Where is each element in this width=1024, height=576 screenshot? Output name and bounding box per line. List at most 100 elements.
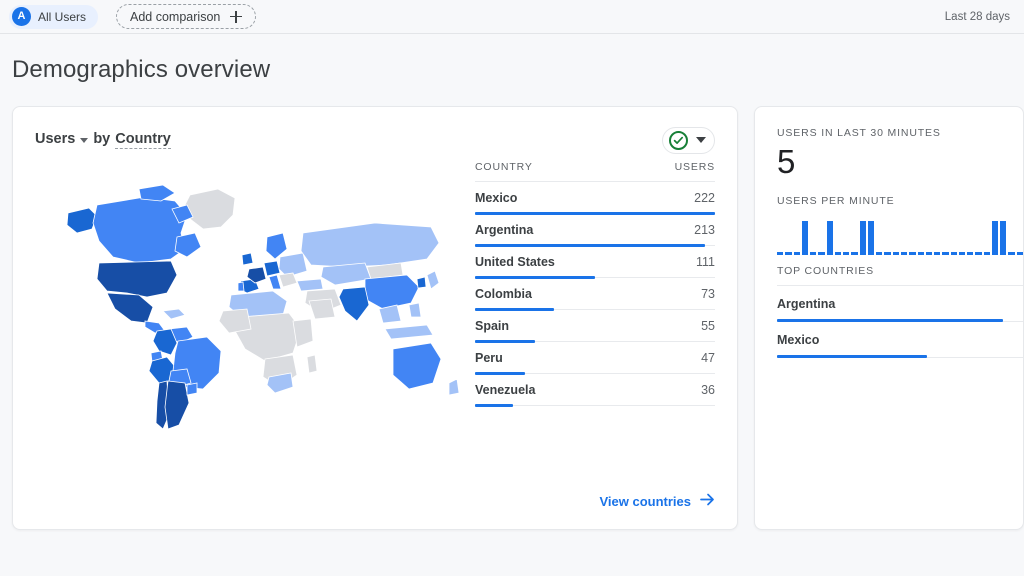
countries-table: COUNTRY USERS Mexico 222 Argentina 213 U… — [465, 161, 715, 461]
dimension-selector[interactable]: Country — [115, 131, 171, 149]
check-circle-icon — [669, 130, 688, 150]
row-country-name: Colombia — [475, 287, 532, 301]
map-region-japan — [426, 270, 440, 290]
users-per-minute-bar — [777, 252, 784, 255]
users-per-minute-bar — [793, 252, 800, 255]
world-map[interactable] — [35, 161, 465, 461]
users-per-minute-bar — [1008, 252, 1015, 255]
countries-map-card: Users by Country COUNTRY USERS Mexico 22… — [12, 106, 738, 530]
arrow-right-icon — [700, 493, 715, 509]
map-region-canada-islands — [138, 184, 176, 202]
realtime-country-row[interactable]: Argentina — [777, 286, 1023, 323]
map-region-united-states — [96, 260, 178, 298]
map-region-australia — [392, 342, 442, 390]
users-per-minute-bar — [810, 252, 817, 255]
users-per-minute-bar — [967, 252, 974, 255]
map-status-dropdown[interactable] — [662, 126, 715, 154]
users-per-minute-bar — [975, 252, 982, 255]
add-comparison-button[interactable]: Add comparison — [116, 4, 257, 29]
users-per-minute-bar — [991, 220, 999, 255]
users-per-minute-bar — [1000, 220, 1007, 255]
page-title: Demographics overview — [12, 56, 271, 83]
users-per-minute-bar — [818, 252, 825, 255]
table-row[interactable]: Mexico 222 — [475, 182, 715, 215]
row-country-name: Argentina — [475, 223, 534, 237]
map-region-turkey — [296, 278, 324, 292]
map-region-philippines — [408, 302, 422, 318]
users-per-minute-chart — [777, 213, 1023, 255]
map-region-caribbean — [162, 308, 186, 320]
users-per-minute-bar — [942, 252, 949, 255]
users-per-minute-bar — [785, 252, 792, 255]
table-row[interactable]: Venezuela 36 — [475, 374, 715, 407]
users-per-minute-bar — [925, 252, 933, 255]
date-range-selector[interactable]: Last 28 days — [945, 11, 1010, 23]
users-per-minute-bar — [950, 252, 957, 255]
row-users-value: 213 — [694, 223, 715, 237]
map-region-korea — [416, 276, 427, 289]
map-region-portugal — [237, 281, 245, 292]
map-region-china — [364, 274, 420, 310]
row-users-value: 111 — [695, 255, 715, 269]
row-users-value: 73 — [701, 287, 715, 301]
users-last-30-minutes-label: USERS IN LAST 30 MINUTES — [777, 127, 941, 139]
users-per-minute-bar — [876, 252, 883, 255]
row-country-name: Spain — [475, 319, 510, 333]
row-country-name: Peru — [475, 351, 503, 365]
users-per-minute-label: USERS PER MINUTE — [777, 194, 895, 207]
audience-chip-all-users[interactable]: A All Users — [9, 4, 99, 29]
users-per-minute-bar — [843, 252, 850, 255]
metric-dimension-selector: Users by Country — [35, 131, 171, 149]
row-country-name: United States — [475, 255, 555, 269]
map-region-west-africa — [218, 308, 252, 334]
column-header-country: COUNTRY — [475, 161, 533, 173]
chevron-down-icon[interactable] — [80, 137, 89, 143]
map-region-alaska — [66, 207, 98, 234]
map-region-greenland — [184, 188, 236, 230]
users-per-minute-bar — [900, 252, 908, 255]
map-region-india — [338, 286, 370, 322]
users-per-minute-bar — [958, 252, 966, 255]
top-countries-label: TOP COUNTRIES — [777, 265, 1023, 286]
map-region-italy — [268, 274, 282, 290]
map-region-canada — [92, 196, 188, 264]
row-users-value: 222 — [694, 191, 715, 205]
by-word-label: by — [93, 131, 111, 147]
map-region-saudi-arabia — [308, 298, 336, 320]
map-and-table: COUNTRY USERS Mexico 222 Argentina 213 U… — [35, 161, 715, 461]
table-row[interactable]: Peru 47 — [475, 342, 715, 375]
map-region-uruguay — [186, 382, 198, 396]
map-region-east-africa — [292, 318, 314, 348]
table-header-row: COUNTRY USERS — [475, 161, 715, 182]
realtime-country-row[interactable]: Mexico — [777, 322, 1023, 359]
table-row[interactable]: United States 111 — [475, 246, 715, 279]
users-last-30-minutes-value: 5 — [777, 143, 796, 180]
map-region-indonesia — [384, 324, 434, 340]
metric-selector[interactable]: Users — [35, 131, 75, 147]
map-region-scandinavia — [265, 232, 288, 260]
users-per-minute-bar — [934, 252, 941, 255]
table-row[interactable]: Argentina 213 — [475, 214, 715, 247]
view-countries-link[interactable]: View countries — [599, 493, 715, 509]
row-bar — [475, 403, 514, 407]
chevron-down-icon[interactable] — [696, 137, 706, 143]
row-users-value: 47 — [701, 351, 715, 365]
users-per-minute-bar — [917, 252, 924, 255]
table-row[interactable]: Colombia 73 — [475, 278, 715, 311]
map-region-germany — [263, 260, 281, 277]
row-country-name: Mexico — [777, 332, 820, 347]
map-region-new-zealand — [448, 378, 460, 396]
row-users-value: 55 — [701, 319, 715, 333]
audience-chip-label: All Users — [38, 9, 87, 24]
row-bar — [777, 355, 928, 359]
users-per-minute-bar — [801, 220, 809, 255]
row-users-value: 36 — [701, 383, 715, 397]
users-per-minute-bar — [826, 220, 833, 255]
users-per-minute-bar — [909, 252, 916, 255]
table-row[interactable]: Spain 55 — [475, 310, 715, 343]
map-region-argentina — [164, 380, 190, 430]
users-per-minute-bar — [884, 252, 891, 255]
map-region-united-kingdom — [241, 252, 254, 266]
cards-row: Users by Country COUNTRY USERS Mexico 22… — [0, 84, 1024, 530]
avatar: A — [12, 7, 31, 26]
